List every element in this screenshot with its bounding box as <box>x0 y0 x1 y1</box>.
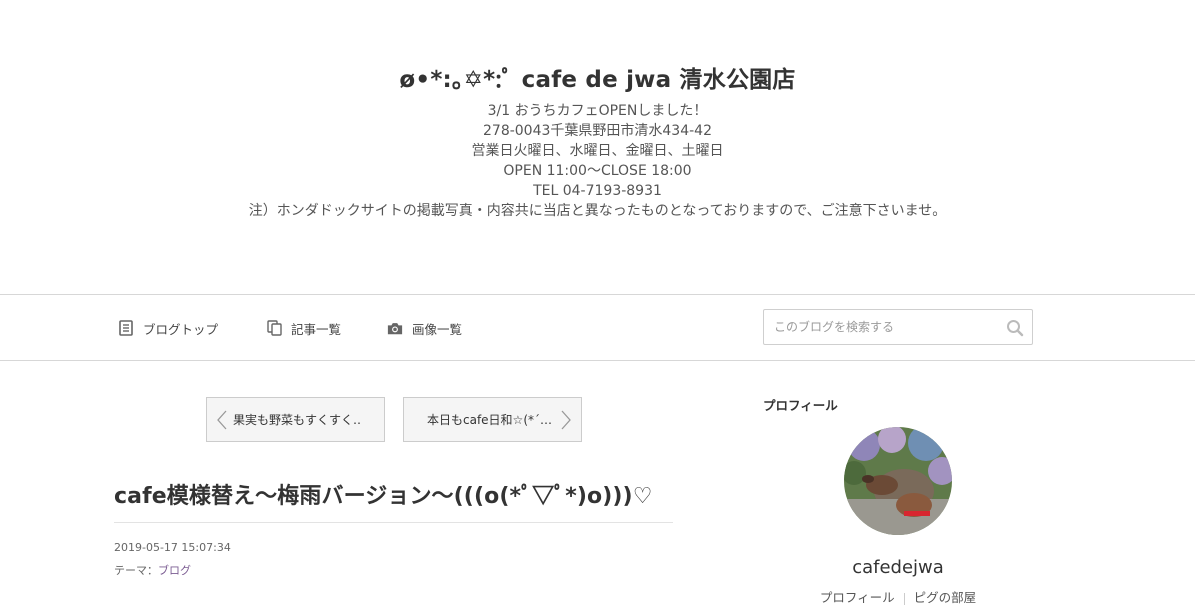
description-line: 3/1 おうちカフェOPENしました！ <box>487 103 708 119</box>
prev-entry-label: 果実も野菜もすくすく… <box>233 413 361 427</box>
entry-theme-label: テーマ： <box>114 564 158 577</box>
profile-link[interactable]: プロフィール <box>820 590 895 605</box>
chevron-right-icon <box>561 410 571 430</box>
description-line: 営業日火曜日、水曜日、金曜日、土曜日 <box>471 143 724 159</box>
next-entry-button[interactable]: 本日もcafe日和☆(*´… <box>403 397 582 442</box>
blog-description: 3/1 おうちカフェOPENしました！ 278-0043千葉県野田市清水434-… <box>0 101 1195 221</box>
entry-theme: テーマ：ブログ <box>114 562 191 578</box>
blog-header: ø•*:｡✡*:ﾟ cafe de jwa 清水公園店 3/1 おうちカフェOP… <box>0 0 1195 294</box>
nav-article-list-label: 記事一覧 <box>291 321 342 337</box>
nav-article-list[interactable]: 記事一覧 <box>266 317 341 339</box>
entry-divider <box>114 522 673 523</box>
pigg-room-link[interactable]: ピグの部屋 <box>914 590 977 605</box>
description-line: OPEN 11:00〜CLOSE 18:00 <box>503 163 692 179</box>
nav-blog-top[interactable]: ブログトップ <box>118 317 218 339</box>
copy-icon <box>266 320 282 336</box>
next-entry-label: 本日もcafe日和☆(*´… <box>427 413 552 427</box>
entry-theme-link[interactable]: ブログ <box>158 564 191 577</box>
blog-search <box>763 309 1033 345</box>
nav-image-list[interactable]: 画像一覧 <box>387 317 462 339</box>
description-line: 注）ホンダドックサイトの掲載写真・内容共に当店と異なったものとなっておりますので… <box>248 203 947 219</box>
blog-navbar: ブログトップ 記事一覧 画像一覧 <box>0 294 1195 361</box>
profile-name[interactable]: cafedejwa <box>763 557 1033 578</box>
search-input[interactable] <box>764 310 1000 344</box>
entry-date: 2019-05-17 15:07:34 <box>114 541 231 554</box>
chevron-left-icon <box>217 410 227 430</box>
profile-heading: プロフィール <box>763 398 838 413</box>
search-icon[interactable] <box>1006 319 1024 337</box>
document-icon <box>118 320 134 336</box>
nav-image-list-label: 画像一覧 <box>412 321 463 337</box>
profile-links: プロフィール ピグの部屋 <box>763 587 1033 606</box>
link-separator <box>903 592 905 605</box>
entry-title: cafe模様替え〜梅雨バージョン〜(((o(*ﾟ▽ﾟ*)o)))♡ <box>114 484 653 509</box>
nav-blog-top-label: ブログトップ <box>143 321 219 337</box>
prev-entry-button[interactable]: 果実も野菜もすくすく… <box>206 397 385 442</box>
camera-icon <box>387 320 403 336</box>
description-line: TEL 04-7193-8931 <box>533 183 662 199</box>
avatar[interactable] <box>844 427 952 535</box>
description-line: 278-0043千葉県野田市清水434-42 <box>483 123 712 139</box>
blog-title[interactable]: ø•*:｡✡*:ﾟ cafe de jwa 清水公園店 <box>0 60 1195 94</box>
